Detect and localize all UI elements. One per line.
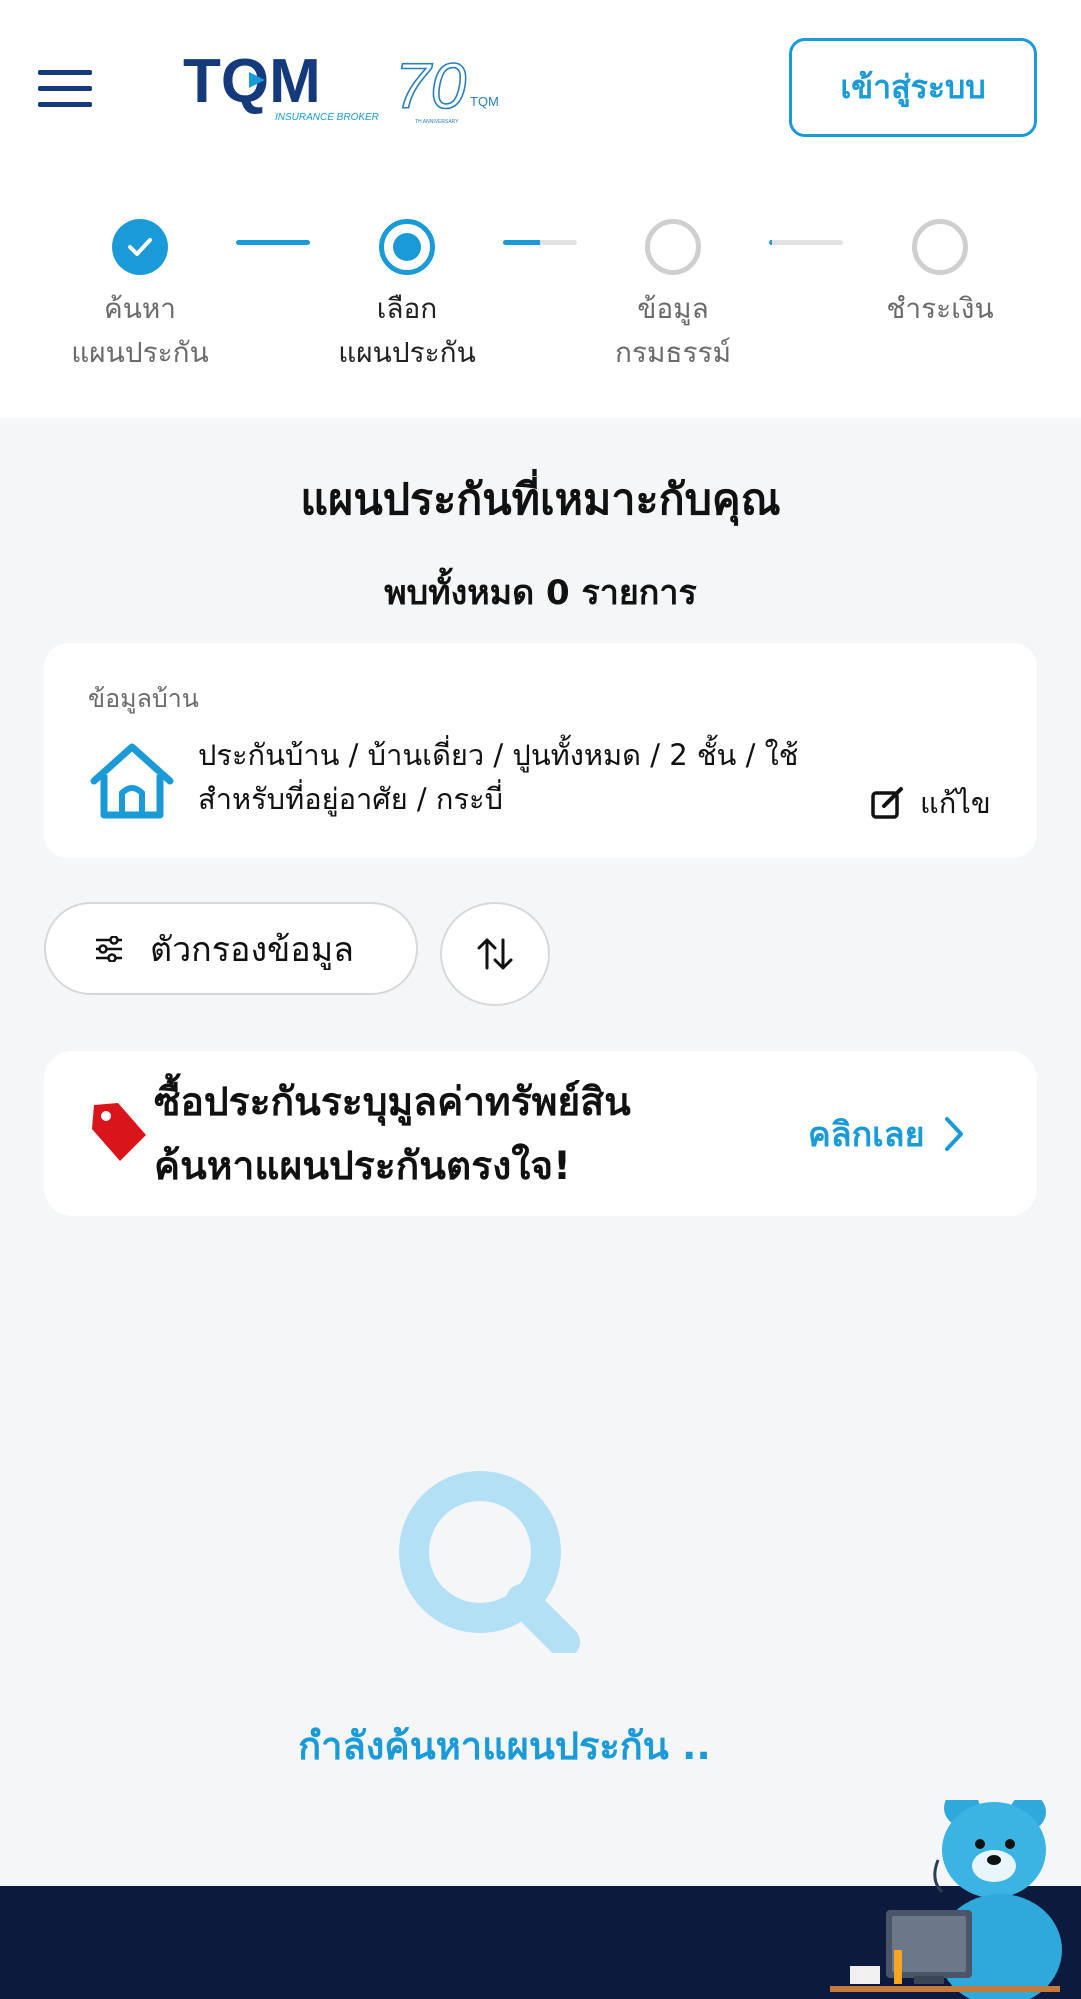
loading-text: กำลังค้นหาแผนประกัน .. bbox=[298, 1724, 711, 1768]
step-policy-info: ข้อมูล กรมธรรม์ bbox=[573, 219, 773, 375]
step-connector bbox=[769, 240, 843, 245]
step-connector bbox=[236, 240, 310, 245]
bear-mascot-illustration[interactable] bbox=[830, 1800, 1070, 1999]
top-header: TQM INSURANCE BROKER 70 TQM TH ANNIVERSA… bbox=[0, 0, 1081, 175]
step-choose-plan: เลือก แผนประกัน bbox=[307, 219, 507, 375]
pending-step-icon bbox=[645, 219, 701, 275]
svg-text:70: 70 bbox=[395, 50, 467, 122]
promo-cta[interactable]: คลิกเลย bbox=[808, 1107, 965, 1161]
price-tag-icon bbox=[92, 1103, 146, 1161]
svg-text:TH ANNIVERSARY: TH ANNIVERSARY bbox=[415, 119, 459, 125]
result-count: พบทั้งหมด 0 รายการ bbox=[384, 573, 697, 613]
login-button[interactable]: เข้าสู่ระบบ bbox=[789, 38, 1037, 137]
step-payment: ชำระเงิน bbox=[840, 219, 1040, 331]
sort-arrows-icon bbox=[477, 938, 513, 970]
pending-step-icon bbox=[912, 219, 968, 275]
svg-text:INSURANCE BROKER: INSURANCE BROKER bbox=[275, 112, 379, 123]
edit-label: แก้ไข bbox=[920, 786, 991, 820]
home-info-card: ข้อมูลบ้าน ประกันบ้าน / บ้านเดี่ยว / ปูน… bbox=[44, 643, 1037, 858]
edit-icon bbox=[871, 787, 903, 819]
progress-stepper: ค้นหา แผนประกัน เลือก แผนประกัน ข้อมูล ก… bbox=[0, 175, 1081, 418]
page-title: แผนประกันที่เหมาะกับคุณ bbox=[300, 475, 781, 525]
house-icon bbox=[90, 743, 174, 819]
home-info-caption: ข้อมูลบ้าน bbox=[88, 684, 199, 713]
home-info-description: ประกันบ้าน / บ้านเดี่ยว / ปูนทั้งหมด / 2… bbox=[198, 738, 799, 816]
promo-banner[interactable]: ซื้อประกันระบุมูลค่าทรัพย์สิน ค้นหาแผนปร… bbox=[44, 1051, 1037, 1216]
step-label: เลือก แผนประกัน bbox=[338, 292, 476, 369]
step-search-plan: ค้นหา แผนประกัน bbox=[40, 219, 240, 375]
search-icon bbox=[399, 1471, 580, 1653]
promo-line1: ซื้อประกันระบุมูลค่าทรัพย์สิน bbox=[154, 1080, 631, 1125]
filter-label: ตัวกรองข้อมูล bbox=[150, 929, 354, 970]
step-label: ข้อมูล กรมธรรม์ bbox=[614, 292, 732, 369]
tqm-logo[interactable]: TQM INSURANCE BROKER 70 TQM TH ANNIVERSA… bbox=[183, 50, 513, 130]
step-label: ค้นหา แผนประกัน bbox=[71, 292, 209, 369]
sliders-icon bbox=[96, 935, 122, 962]
chevron-right-icon bbox=[944, 1117, 963, 1151]
sort-button[interactable] bbox=[440, 902, 550, 1006]
promo-line2: ค้นหาแผนประกันตรงใจ! bbox=[154, 1144, 571, 1189]
promo-cta-label: คลิกเลย bbox=[808, 1115, 925, 1155]
edit-button[interactable]: แก้ไข bbox=[870, 781, 991, 825]
svg-text:TQM: TQM bbox=[470, 94, 499, 109]
hamburger-menu-icon[interactable] bbox=[38, 70, 92, 108]
step-label: ชำระเงิน bbox=[886, 292, 994, 325]
current-step-icon bbox=[379, 219, 435, 275]
check-icon bbox=[112, 219, 168, 275]
filter-button[interactable]: ตัวกรองข้อมูล bbox=[44, 902, 418, 995]
step-connector bbox=[503, 240, 577, 245]
